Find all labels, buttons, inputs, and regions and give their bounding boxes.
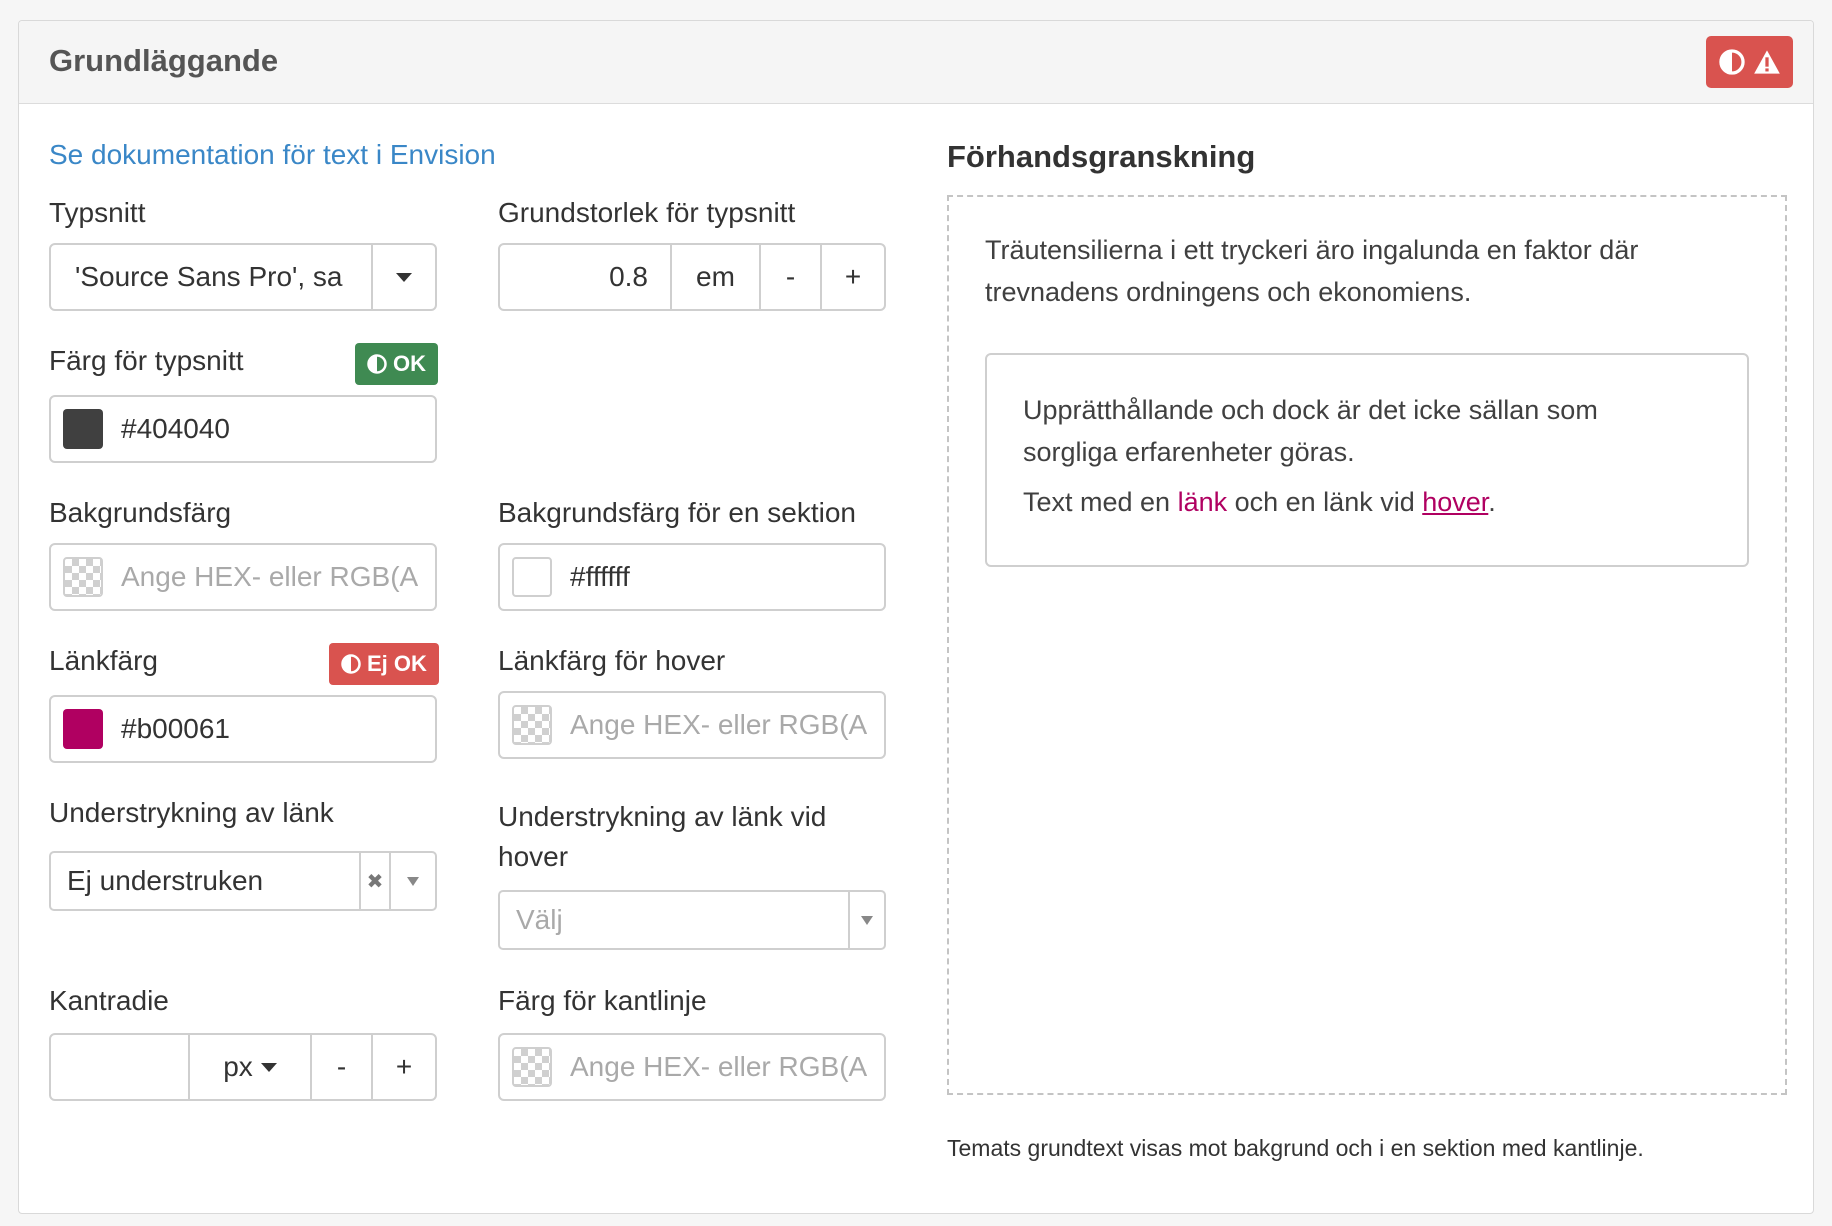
section-background-label: Bakgrundsfärg för en sektion bbox=[498, 497, 856, 528]
warning-icon bbox=[1753, 50, 1780, 74]
base-size-label: Grundstorlek för typsnitt bbox=[498, 197, 796, 228]
link-text-after: . bbox=[1488, 487, 1496, 517]
border-color-label: Färg för kantlinje bbox=[498, 985, 707, 1016]
font-family-dropdown-button[interactable] bbox=[371, 245, 435, 309]
preview-line: Träutensilierna i ett tryckeri äro ingal… bbox=[985, 235, 1639, 265]
border-radius-input[interactable] bbox=[51, 1035, 188, 1099]
color-swatch[interactable] bbox=[63, 709, 103, 749]
preview-box: Träutensilierna i ett tryckeri äro ingal… bbox=[947, 195, 1787, 1095]
base-size-increase-button[interactable]: + bbox=[820, 245, 884, 309]
link-hover-color-placeholder: Ange HEX- eller RGB(A bbox=[570, 709, 868, 740]
preview-hover-link[interactable]: hover bbox=[1422, 487, 1488, 517]
link-hover-underline-label: Understrykning av länk vid hover bbox=[498, 797, 826, 877]
documentation-link[interactable]: Se dokumentation för text i Envision bbox=[49, 139, 496, 171]
link-color-input[interactable]: #b00061 bbox=[49, 695, 437, 763]
preview-footnote: Temats grundtext visas mot bakgrund och … bbox=[947, 1135, 1644, 1161]
border-radius-decrease-button[interactable]: - bbox=[310, 1035, 371, 1099]
base-size-unit: em bbox=[670, 245, 759, 309]
link-text-before: Text med en bbox=[1023, 487, 1178, 517]
settings-panel: Grundläggande Se dokumentation för text … bbox=[18, 20, 1814, 1214]
base-size-group: 0.8 em - + bbox=[498, 243, 886, 311]
link-color-label: Länkfärg bbox=[49, 645, 158, 676]
color-swatch[interactable] bbox=[63, 409, 103, 449]
label-line: Understrykning av länk vid bbox=[498, 801, 827, 832]
background-color-label: Bakgrundsfärg bbox=[49, 497, 232, 528]
background-color-input[interactable]: Ange HEX- eller RGB(A bbox=[49, 543, 437, 611]
border-radius-unit: px bbox=[223, 1051, 253, 1082]
contrast-icon bbox=[1718, 49, 1745, 75]
base-size-decrease-button[interactable]: - bbox=[759, 245, 820, 309]
transparent-swatch[interactable] bbox=[512, 1047, 552, 1087]
preview-link[interactable]: länk bbox=[1178, 487, 1228, 517]
status-text: Ej OK bbox=[367, 651, 427, 676]
font-family-label: Typsnitt bbox=[49, 197, 146, 228]
link-hover-underline-dropdown-button[interactable] bbox=[848, 892, 884, 948]
link-color-status-badge: Ej OK bbox=[329, 643, 439, 685]
caret-down-icon bbox=[861, 915, 873, 925]
preview-line: Upprätthållande och dock är det icke säl… bbox=[1023, 395, 1598, 425]
border-color-input[interactable]: Ange HEX- eller RGB(A bbox=[498, 1033, 886, 1101]
border-radius-unit-dropdown[interactable]: px bbox=[188, 1035, 310, 1099]
preview-line: sorgliga erfarenheter göras. bbox=[1023, 437, 1355, 467]
transparent-swatch[interactable] bbox=[63, 557, 103, 597]
link-hover-color-input[interactable]: Ange HEX- eller RGB(A bbox=[498, 691, 886, 759]
border-radius-group: px - + bbox=[49, 1033, 437, 1101]
panel-header: Grundläggande bbox=[19, 21, 1813, 104]
panel-title: Grundläggande bbox=[49, 43, 279, 78]
font-color-label: Färg för typsnitt bbox=[49, 345, 244, 376]
status-text: OK bbox=[393, 351, 426, 376]
font-family-select[interactable]: 'Source Sans Pro', sa bbox=[49, 243, 437, 311]
link-example-line: Text med en länk och en länk vid hover. bbox=[1023, 481, 1598, 523]
transparent-swatch[interactable] bbox=[512, 705, 552, 745]
color-swatch[interactable] bbox=[512, 557, 552, 597]
contrast-icon bbox=[367, 354, 387, 374]
font-color-status-badge: OK bbox=[355, 343, 438, 385]
contrast-icon bbox=[341, 654, 361, 674]
link-hover-color-label: Länkfärg för hover bbox=[498, 645, 726, 676]
link-underline-select[interactable]: Ej understruken ✖ bbox=[49, 851, 437, 911]
base-size-input[interactable]: 0.8 bbox=[500, 245, 670, 309]
caret-down-icon bbox=[396, 272, 412, 282]
caret-down-icon bbox=[407, 876, 419, 886]
clear-selection-icon[interactable]: ✖ bbox=[359, 853, 389, 909]
link-hover-underline-select[interactable]: Välj bbox=[498, 890, 886, 950]
link-underline-dropdown-button[interactable] bbox=[389, 853, 435, 909]
link-underline-value: Ej understruken bbox=[67, 865, 264, 896]
section-background-value: #ffffff bbox=[570, 561, 630, 592]
border-radius-increase-button[interactable]: + bbox=[371, 1035, 435, 1099]
label-line: hover bbox=[498, 841, 569, 872]
link-underline-label: Understrykning av länk bbox=[49, 797, 334, 828]
preview-paragraph: Träutensilierna i ett tryckeri äro ingal… bbox=[985, 229, 1638, 313]
font-family-value: 'Source Sans Pro', sa bbox=[75, 261, 343, 292]
link-text-middle: och en länk vid bbox=[1227, 487, 1423, 517]
contrast-warning-badge[interactable] bbox=[1706, 36, 1793, 88]
border-radius-label: Kantradie bbox=[49, 985, 169, 1016]
preview-title: Förhandsgranskning bbox=[947, 139, 1256, 174]
preview-line: trevnadens ordningens och ekonomiens. bbox=[985, 277, 1472, 307]
font-color-value: #404040 bbox=[121, 413, 231, 444]
font-color-input[interactable]: #404040 bbox=[49, 395, 437, 463]
preview-section: Upprätthållande och dock är det icke säl… bbox=[985, 353, 1749, 567]
background-color-placeholder: Ange HEX- eller RGB(A bbox=[121, 561, 419, 592]
link-hover-underline-placeholder: Välj bbox=[516, 904, 563, 935]
link-color-value: #b00061 bbox=[121, 713, 231, 744]
caret-down-icon bbox=[260, 1062, 277, 1072]
section-paragraph: Upprätthållande och dock är det icke säl… bbox=[1023, 389, 1598, 523]
section-background-input[interactable]: #ffffff bbox=[498, 543, 886, 611]
border-color-placeholder: Ange HEX- eller RGB(A bbox=[570, 1051, 868, 1082]
